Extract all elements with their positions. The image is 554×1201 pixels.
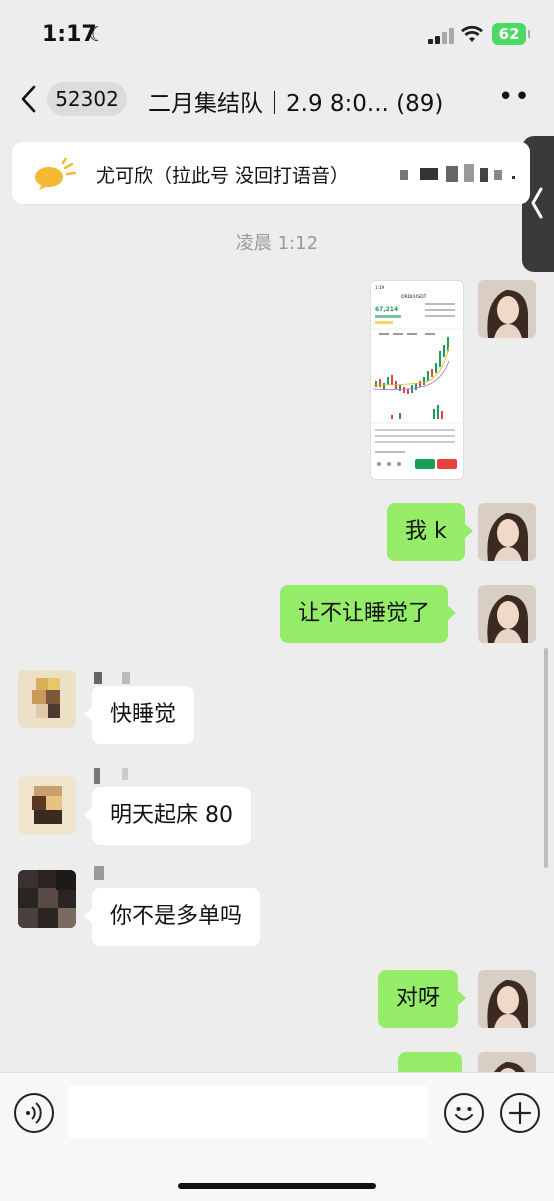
price-label: 67,214 — [375, 306, 398, 313]
svg-text:1:19: 1:19 — [375, 285, 384, 290]
redacted-nickname — [94, 672, 134, 686]
redacted-nickname — [94, 768, 134, 784]
wifi-icon — [461, 25, 483, 42]
member-avatar[interactable] — [18, 870, 76, 928]
my-avatar[interactable] — [478, 503, 536, 561]
more-actions-button[interactable] — [500, 1093, 540, 1133]
my-avatar[interactable] — [478, 585, 536, 643]
notice-text: 尤可欣（拉此号 没回打语音） — [96, 165, 350, 187]
received-message-bubble[interactable]: 明天起床 80 — [84, 787, 251, 845]
chevron-left-icon — [531, 187, 543, 219]
chart-screenshot-message[interactable]: 1:19 ORDI/USDT 67,214 — [370, 280, 464, 480]
signal-icon — [428, 28, 456, 44]
message-input[interactable] — [68, 1085, 428, 1139]
sent-message-bubble[interactable]: 我 k — [387, 503, 473, 561]
back-chevron-icon[interactable] — [18, 84, 40, 114]
scroll-indicator[interactable] — [544, 648, 548, 868]
redacted-nickname — [94, 866, 110, 880]
my-avatar[interactable] — [478, 280, 536, 338]
input-bar — [0, 1072, 554, 1201]
unread-count-badge[interactable]: 52302 — [47, 82, 127, 116]
sent-message-bubble[interactable]: 对呀 — [378, 970, 467, 1028]
moon-icon: ☾ — [88, 22, 106, 46]
voice-icon — [26, 1102, 42, 1124]
plus-icon — [508, 1101, 532, 1125]
member-avatar[interactable] — [18, 670, 76, 728]
my-avatar[interactable] — [478, 970, 536, 1028]
announcement-bubble-icon — [35, 158, 76, 190]
status-bar: 1:17 ☾ 62 — [0, 0, 554, 70]
received-message-bubble[interactable]: 你不是多单吗 — [83, 888, 261, 946]
pair-label: ORDI/USDT — [401, 294, 427, 300]
pinned-notice[interactable]: 尤可欣（拉此号 没回打语音） — [12, 142, 530, 204]
chat-title: 二月集结队｜2.9 8:0... (89) — [148, 91, 444, 117]
emoji-button[interactable] — [444, 1093, 484, 1133]
voice-input-button[interactable] — [14, 1093, 54, 1133]
home-indicator — [178, 1183, 376, 1189]
message-timestamp: 凌晨 1:12 — [235, 233, 319, 254]
battery-indicator: 62 — [492, 23, 530, 45]
sent-message-bubble[interactable]: 让不让睡觉了 — [280, 585, 457, 643]
redacted-text — [400, 164, 520, 184]
chat-header: 52302 二月集结队｜2.9 8:0... (89) •• — [0, 70, 554, 272]
more-options-icon[interactable]: •• — [498, 82, 531, 112]
smiley-icon — [455, 1107, 473, 1121]
received-message-bubble[interactable]: 快睡觉 — [83, 686, 195, 744]
member-avatar[interactable] — [18, 776, 76, 834]
